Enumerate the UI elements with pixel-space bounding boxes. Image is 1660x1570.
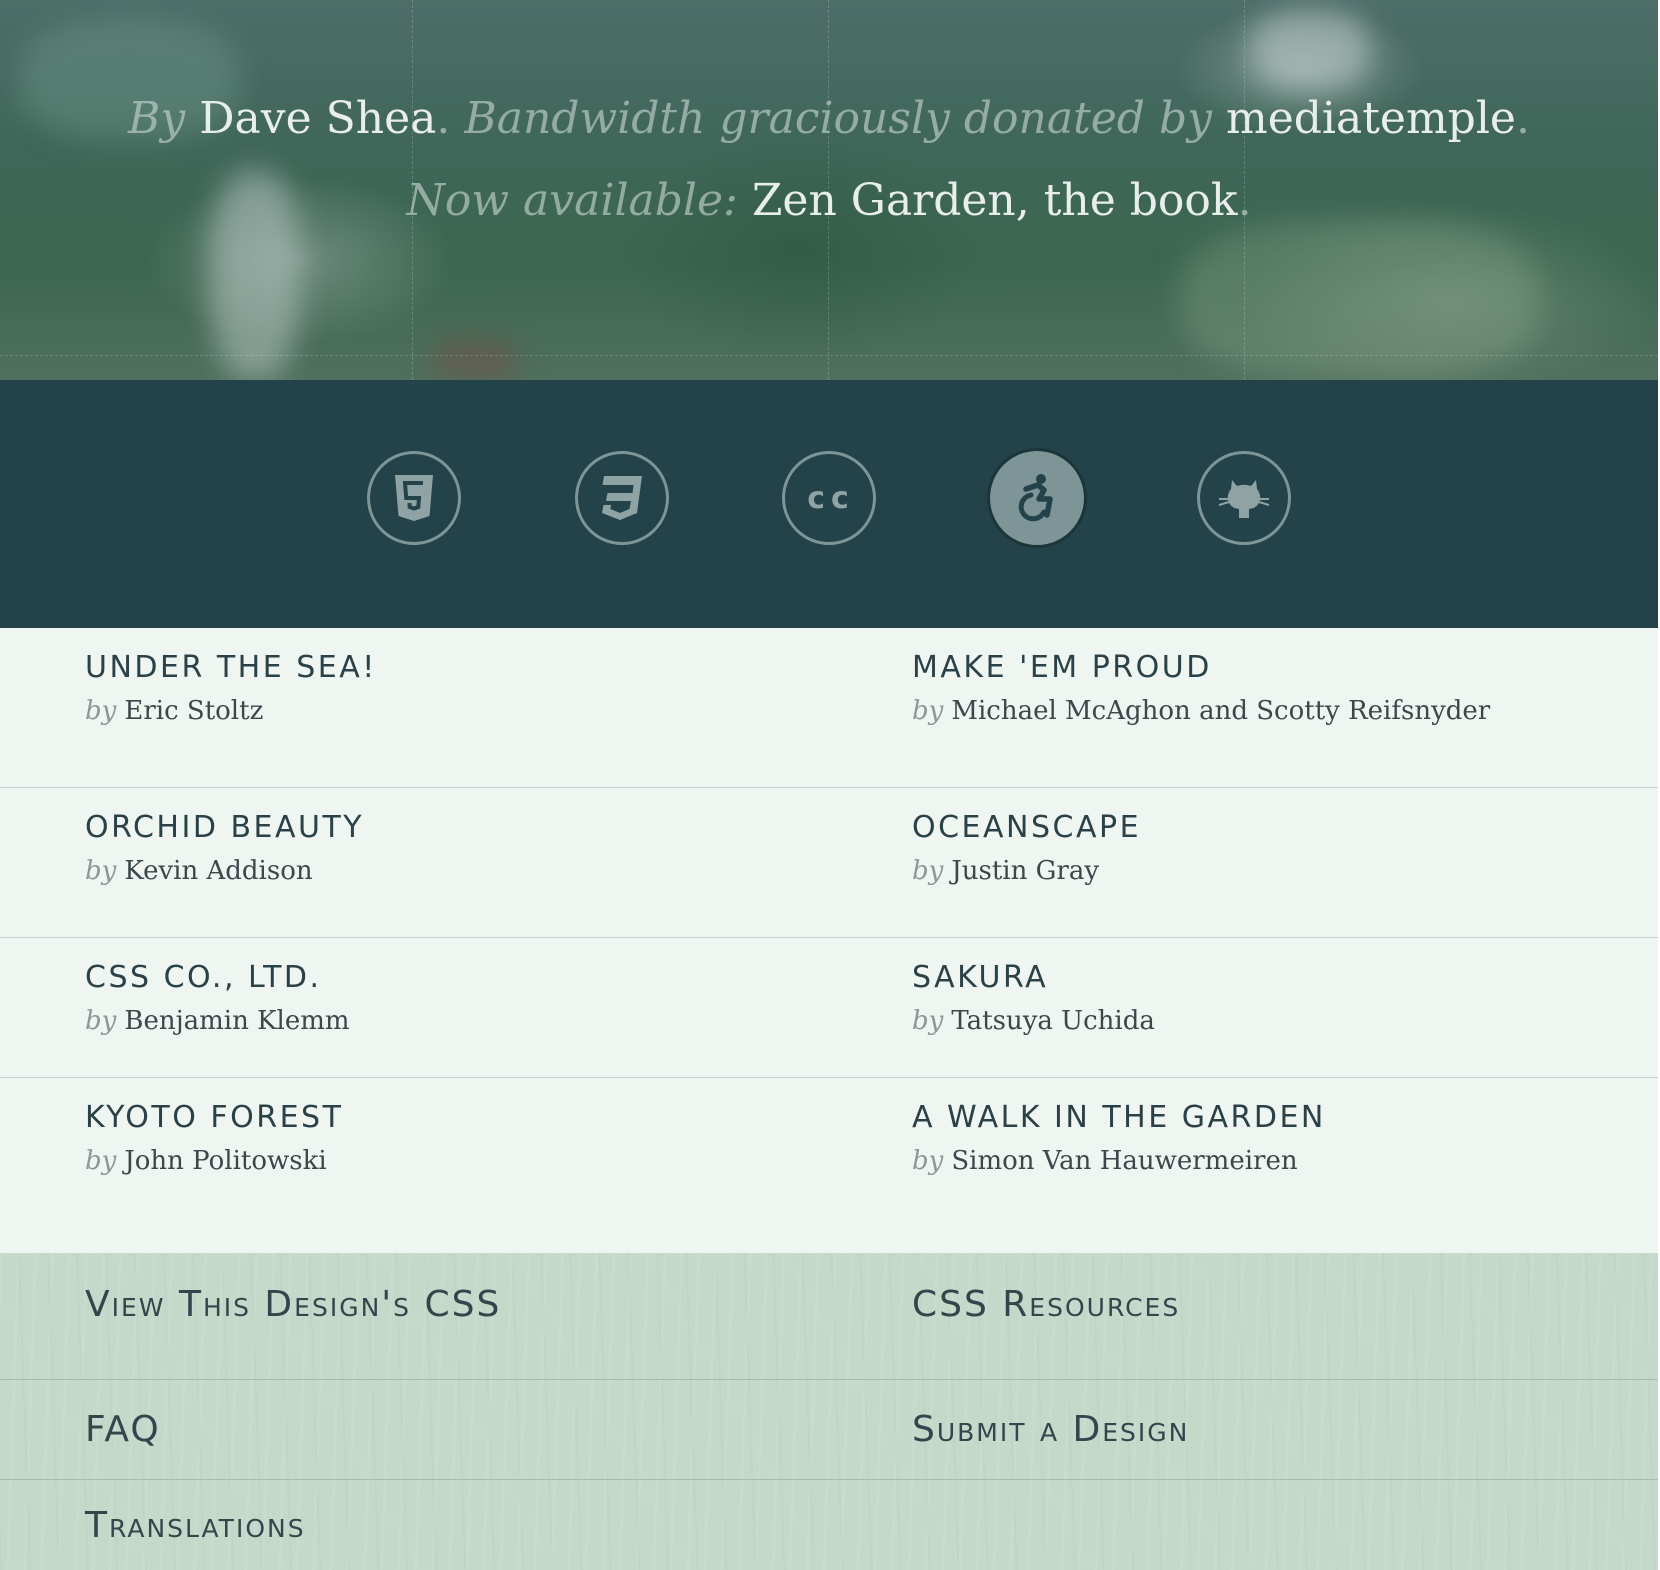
design-author: by Benjamin Klemm <box>85 1002 350 1040</box>
design-author: by Kevin Addison <box>85 852 364 890</box>
html5-icon[interactable] <box>367 451 461 545</box>
author-link[interactable]: Benjamin Klemm <box>124 1006 349 1036</box>
author-link[interactable]: John Politowski <box>124 1146 326 1176</box>
design-item: Kyoto Forest by John Politowski <box>85 1098 343 1180</box>
design-row: Orchid Beauty by Kevin Addison Oceanscape… <box>0 788 1658 938</box>
view-css-link[interactable]: View This Design's CSS <box>85 1283 501 1327</box>
credits-line-2: Now available: Zen Garden, the book. <box>0 160 1658 242</box>
design-item: A Walk in the Garden by Simon Van Hauwerm… <box>912 1098 1326 1180</box>
design-item: Under the Sea! by Eric Stoltz <box>85 648 377 730</box>
resources-row: View This Design's CSS CSS Resources <box>0 1253 1658 1380</box>
design-list: Under the Sea! by Eric Stoltz Make 'em Pr… <box>0 628 1658 1253</box>
by-label: by <box>85 696 117 726</box>
design-title-link[interactable]: Make 'em Proud <box>912 648 1490 688</box>
author-link[interactable]: Simon Van Hauwermeiren <box>951 1146 1297 1176</box>
credits: By Dave Shea. Bandwidth graciously donat… <box>0 78 1658 242</box>
author-link[interactable]: Kevin Addison <box>124 856 312 886</box>
credits-by-label: By <box>128 93 186 144</box>
credits-period: . <box>1237 175 1252 226</box>
creative-commons-label: cc <box>807 480 855 516</box>
github-octocat-icon[interactable] <box>1197 451 1291 545</box>
design-title-link[interactable]: Sakura <box>912 958 1155 998</box>
design-row: Kyoto Forest by John Politowski A Walk in… <box>0 1078 1658 1253</box>
design-author: by Eric Stoltz <box>85 692 377 730</box>
credits-now-available-label: Now available: <box>406 175 738 226</box>
design-row: Under the Sea! by Eric Stoltz Make 'em Pr… <box>0 628 1658 788</box>
author-link[interactable]: Eric Stoltz <box>124 696 263 726</box>
credits-line-1: By Dave Shea. Bandwidth graciously donat… <box>0 78 1658 160</box>
hero-banner: By Dave Shea. Bandwidth graciously donat… <box>0 0 1658 380</box>
design-title-link[interactable]: Oceanscape <box>912 808 1141 848</box>
by-label: by <box>85 1146 117 1176</box>
design-item: Orchid Beauty by Kevin Addison <box>85 808 364 890</box>
resources-nav: View This Design's CSS CSS Resources FAQ… <box>0 1253 1658 1570</box>
by-label: by <box>85 1006 117 1036</box>
design-author: by John Politowski <box>85 1142 343 1180</box>
design-author: by Simon Van Hauwermeiren <box>912 1142 1326 1180</box>
credits-period: . <box>1515 93 1530 144</box>
accessibility-icon[interactable] <box>990 451 1084 545</box>
author-link[interactable]: Justin Gray <box>951 856 1099 886</box>
design-author: by Justin Gray <box>912 852 1141 890</box>
design-title-link[interactable]: Orchid Beauty <box>85 808 364 848</box>
validation-icon-bar: cc <box>0 380 1658 628</box>
page: By Dave Shea. Bandwidth graciously donat… <box>0 0 1660 1570</box>
sponsor-link[interactable]: mediatemple <box>1226 93 1516 144</box>
design-row: CSS Co., Ltd. by Benjamin Klemm Sakura by… <box>0 938 1658 1078</box>
design-title-link[interactable]: A Walk in the Garden <box>912 1098 1326 1138</box>
creative-commons-icon[interactable]: cc <box>782 451 876 545</box>
by-label: by <box>912 696 944 726</box>
design-author: by Michael McAghon and Scotty Reifsnyder <box>912 692 1490 730</box>
design-title-link[interactable]: Kyoto Forest <box>85 1098 343 1138</box>
translations-link[interactable]: Translations <box>85 1504 306 1548</box>
by-label: by <box>912 1146 944 1176</box>
by-label: by <box>85 856 117 886</box>
design-item: Oceanscape by Justin Gray <box>912 808 1141 890</box>
resources-row: Translations <box>0 1480 1658 1570</box>
credits-period: . <box>436 93 451 144</box>
book-link[interactable]: Zen Garden, the book <box>752 175 1238 226</box>
resources-row: FAQ Submit a Design <box>0 1380 1658 1480</box>
author-link[interactable]: Tatsuya Uchida <box>951 1006 1155 1036</box>
credits-bandwidth-label: Bandwidth graciously donated by <box>464 93 1212 144</box>
design-item: CSS Co., Ltd. by Benjamin Klemm <box>85 958 350 1040</box>
faq-link[interactable]: FAQ <box>85 1408 161 1452</box>
author-link[interactable]: Dave Shea <box>199 93 436 144</box>
submit-design-link[interactable]: Submit a Design <box>912 1408 1189 1452</box>
by-label: by <box>912 1006 944 1036</box>
design-item: Make 'em Proud by Michael McAghon and Sco… <box>912 648 1490 730</box>
design-author: by Tatsuya Uchida <box>912 1002 1155 1040</box>
by-label: by <box>912 856 944 886</box>
css3-icon[interactable] <box>575 451 669 545</box>
design-item: Sakura by Tatsuya Uchida <box>912 958 1155 1040</box>
design-title-link[interactable]: Under the Sea! <box>85 648 377 688</box>
css-resources-link[interactable]: CSS Resources <box>912 1283 1180 1327</box>
design-title-link[interactable]: CSS Co., Ltd. <box>85 958 350 998</box>
author-link[interactable]: Michael McAghon and Scotty Reifsnyder <box>951 696 1490 726</box>
